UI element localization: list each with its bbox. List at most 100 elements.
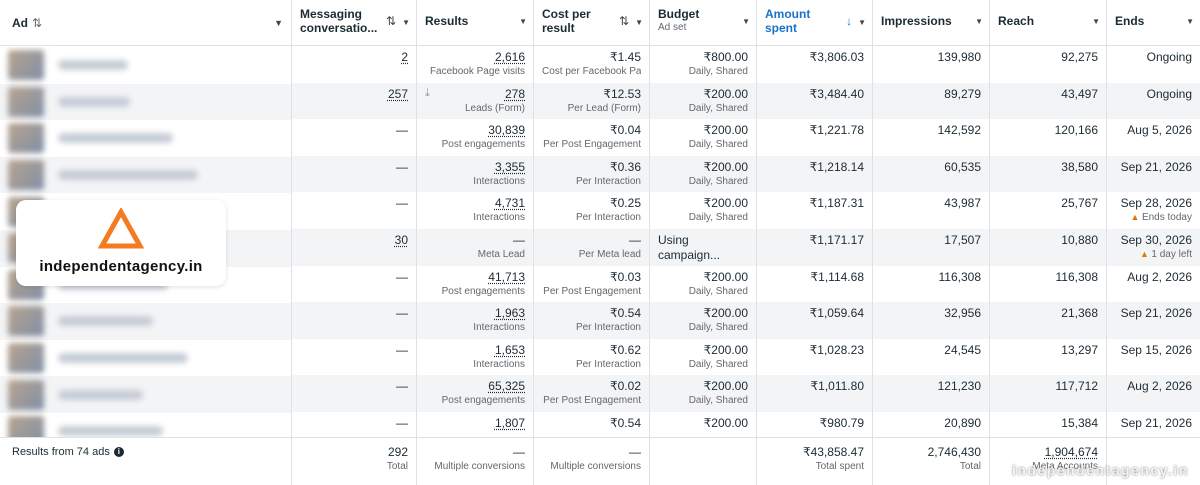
cell-res: 3,355 Interactions — [417, 155, 534, 193]
ad-row[interactable] — [0, 156, 291, 194]
cell-amt: ₹1,011.80 — [757, 375, 873, 412]
chevron-down-icon[interactable]: ▼ — [1092, 17, 1100, 26]
header-amount-spent[interactable]: Amount spent ↓ ▼ — [757, 0, 873, 45]
info-icon[interactable]: i — [113, 447, 124, 457]
ad-row[interactable] — [0, 120, 291, 157]
ad-row[interactable] — [0, 376, 291, 413]
table-row[interactable]: 257 ⤓ 278 Leads (Form) ₹12.53 Per Lead (Form)… — [292, 82, 1200, 120]
cell-end: Sep 21, 2026 — [1107, 156, 1200, 193]
cell-imp: 32,956 — [873, 302, 990, 339]
cell-value[interactable]: 30,839 — [425, 123, 525, 138]
chevron-down-icon[interactable]: ▼ — [858, 18, 866, 27]
ad-name-redacted — [58, 389, 143, 400]
cell-sublabel: Daily, Shared — [688, 395, 748, 407]
table-row[interactable]: 30— Meta Lead — Per Meta lead Using campaign… — [292, 228, 1200, 266]
chevron-down-icon[interactable]: ▼ — [1186, 17, 1194, 26]
cell-value: Sep 15, 2026 — [1120, 342, 1192, 357]
table-row[interactable]: —3,355 Interactions ₹0.36 Per Interaction ₹2… — [292, 155, 1200, 193]
total-value: — — [629, 445, 641, 459]
cell-value[interactable]: 2,616 — [425, 50, 525, 65]
download-icon[interactable]: ⤓ — [425, 87, 430, 100]
ad-row[interactable] — [0, 83, 291, 121]
chevron-down-icon[interactable]: ▼ — [742, 17, 750, 26]
table-row[interactable]: —65,325 Post engagements ₹0.02 Per Post Eng… — [292, 375, 1200, 412]
table-row[interactable]: —1,963 Interactions ₹0.54 Per Interaction ₹2… — [292, 302, 1200, 339]
cell-sublabel: Daily, Shared — [688, 322, 748, 334]
chevron-down-icon[interactable]: ▼ — [274, 18, 283, 28]
table-row[interactable]: —4,731 Interactions ₹0.25 Per Interaction ₹2… — [292, 192, 1200, 229]
table-row[interactable]: —41,713 Post engagements ₹0.03 Per Post Eng… — [292, 265, 1200, 303]
chevron-down-icon[interactable]: ▼ — [975, 17, 983, 26]
sort-icon[interactable]: ⇅ — [386, 14, 396, 28]
cell-value: ₹800.00 — [703, 50, 748, 64]
table-row[interactable]: 2 2,616 Facebook Page visits ₹1.45 Cost per … — [292, 46, 1200, 83]
column-header-row: Messaging conversatio... ⇅ ▼ Results ▼ Co… — [292, 0, 1200, 46]
cell-bud: Using campaign... — [650, 228, 757, 266]
ad-row[interactable] — [0, 340, 291, 377]
ad-row[interactable] — [0, 47, 291, 84]
cell-value: Using campaign... — [658, 232, 721, 262]
cell-value: — — [513, 232, 525, 247]
cell-value: — — [396, 342, 408, 357]
table-row[interactable]: —1,653 Interactions ₹0.62 Per Interaction ₹2… — [292, 338, 1200, 376]
cell-value: 15,384 — [1061, 415, 1098, 430]
warning-icon: ▲ — [1139, 248, 1152, 259]
chevron-down-icon[interactable]: ▼ — [519, 17, 527, 26]
cell-sublabel: Interactions — [473, 212, 525, 224]
header-cost-per-result[interactable]: Cost per result ⇅ ▼ — [534, 0, 650, 45]
cell-value[interactable]: 41,713 — [425, 270, 525, 285]
header-impressions[interactable]: Impressions ▼ — [873, 0, 990, 45]
header-ends[interactable]: Ends ▼ — [1107, 0, 1200, 45]
cell-amt: ₹1,171.17 — [757, 228, 873, 266]
total-value[interactable]: 1,904,674 — [998, 445, 1098, 460]
cell-value[interactable]: 3,355 — [425, 160, 525, 175]
header-reach[interactable]: Reach ▼ — [990, 0, 1107, 45]
cell-value[interactable]: 65,325 — [425, 379, 525, 394]
cell-value: — — [396, 379, 408, 394]
cell-value: 92,275 — [1061, 50, 1098, 64]
cell-rea: 25,767 — [990, 192, 1107, 229]
sort-descending-icon[interactable]: ↓ — [846, 14, 852, 28]
header-messaging[interactable]: Messaging conversatio... ⇅ ▼ — [292, 0, 417, 45]
cell-amt: ₹3,484.40 — [757, 82, 873, 120]
chevron-down-icon[interactable]: ▼ — [635, 18, 643, 27]
cell-imp: 116,308 — [873, 265, 990, 303]
cell-value[interactable]: 1,963 — [425, 306, 525, 321]
cell-bud: ₹200.00 Daily, Shared — [650, 192, 757, 229]
cell-value[interactable]: 1,807 — [425, 416, 525, 431]
ad-row[interactable] — [0, 303, 291, 340]
cell-value: 43,987 — [944, 196, 981, 211]
header-budget[interactable]: Budget Ad set ▼ — [650, 0, 757, 45]
cell-sublabel: Facebook Page visits — [429, 66, 525, 77]
cell-value: ₹1,221.78 — [809, 123, 864, 138]
cell-res: 65,325 Post engagements — [417, 375, 534, 412]
chevron-down-icon[interactable]: ▼ — [402, 18, 410, 27]
ad-thumbnail — [8, 379, 44, 410]
ad-column-header[interactable]: Ad ⇅ ▼ — [0, 0, 291, 46]
sort-icon[interactable]: ⇅ — [619, 14, 629, 28]
cell-value[interactable]: 4,731 — [425, 196, 525, 211]
cell-amt: ₹1,114.68 — [757, 265, 873, 303]
cell-bud: ₹200.00 Daily, Shared — [650, 82, 757, 120]
cell-cpr: ₹0.03 Per Post Engagement — [534, 265, 650, 303]
ad-row[interactable] — [0, 413, 291, 437]
cell-value: ₹3,806.03 — [809, 50, 864, 64]
ad-name-redacted — [58, 60, 128, 71]
cell-value[interactable]: 2 — [300, 50, 408, 65]
ad-name-redacted — [58, 170, 198, 181]
ad-thumbnail — [8, 416, 44, 437]
cell-value[interactable]: 257 — [300, 87, 408, 102]
table-row[interactable]: —30,839 Post engagements ₹0.04 Per Post Eng… — [292, 119, 1200, 156]
cell-value: ₹1,059.64 — [809, 306, 864, 321]
cell-value[interactable]: 278 — [425, 87, 525, 102]
header-label: Budget — [658, 7, 700, 21]
sort-icon[interactable]: ⇅ — [32, 16, 42, 30]
cell-value[interactable]: 1,653 — [425, 343, 525, 358]
header-results[interactable]: Results ▼ — [417, 0, 534, 45]
cell-end: Ongoing — [1107, 83, 1200, 120]
cell-res: ⤓ 278 Leads (Form) — [417, 82, 534, 120]
cell-value: Sep 28, 2026 — [1120, 196, 1192, 211]
cell-sublabel-text: Ends today — [1141, 212, 1192, 224]
cell-value[interactable]: 30 — [300, 233, 408, 248]
cell-value: ₹0.36 — [610, 159, 641, 174]
